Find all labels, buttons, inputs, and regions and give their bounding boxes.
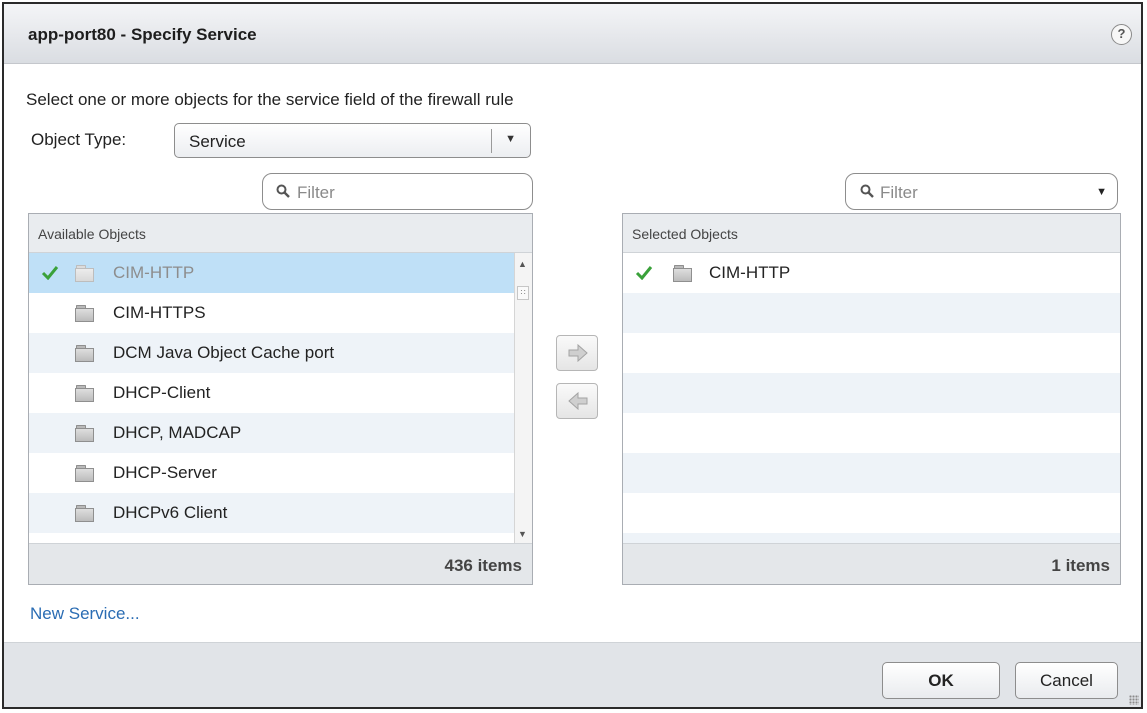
search-icon [860, 184, 874, 198]
dialog-title: app-port80 - Specify Service [28, 25, 257, 44]
dialog-titlebar: app-port80 - Specify Service ? [4, 4, 1141, 64]
checkmark-icon [635, 266, 653, 280]
checkmark-icon [41, 266, 59, 280]
filter-placeholder: Filter [880, 183, 918, 202]
specify-service-dialog: app-port80 - Specify Service ? Select on… [2, 2, 1143, 709]
item-label: DCM Java Object Cache port [113, 343, 335, 362]
item-label: DHCP, MADCAP [113, 423, 242, 442]
item-label: CIM-HTTP [113, 263, 195, 282]
selected-objects-footer: 1 items [623, 543, 1120, 584]
item-label: CIM-HTTPS [113, 303, 206, 322]
object-type-value: Service [189, 132, 246, 151]
help-icon[interactable]: ? [1111, 24, 1132, 45]
select-divider [491, 129, 492, 153]
ok-button[interactable]: OK [882, 662, 1000, 699]
folder-icon [75, 345, 94, 362]
empty-row [623, 413, 1120, 453]
chevron-down-icon[interactable]: ▼ [505, 133, 516, 145]
list-item[interactable]: CIM-HTTPS [29, 293, 532, 333]
filter-placeholder: Filter [297, 183, 335, 202]
list-item[interactable]: DHCP-Client [29, 373, 532, 413]
folder-icon [75, 425, 94, 442]
arrow-right-icon [568, 344, 588, 362]
folder-icon [75, 385, 94, 402]
list-item[interactable]: DHCP, MADCAP [29, 413, 532, 453]
empty-row [623, 453, 1120, 493]
item-label: CIM-HTTP [709, 263, 791, 282]
chevron-down-icon[interactable]: ▼ [1096, 186, 1107, 198]
selected-filter-input[interactable]: Filter ▼ [845, 173, 1118, 210]
item-label: DHCPv6 Client [113, 503, 228, 522]
list-item[interactable]: CIM-HTTP [623, 253, 1120, 293]
available-objects-panel: Available Objects CIM-HTTP CIM-HTTPS DCM… [28, 213, 533, 585]
dialog-button-bar: OK Cancel [4, 642, 1141, 707]
remove-selected-button[interactable] [556, 383, 598, 419]
scroll-down-icon[interactable]: ▼ [518, 529, 527, 539]
available-filter-input[interactable]: Filter [262, 173, 533, 210]
item-label: DHCP-Server [113, 463, 217, 482]
scroll-thumb[interactable]: ∷ [517, 286, 529, 300]
empty-row [623, 293, 1120, 333]
folder-icon [75, 265, 94, 282]
available-objects-footer: 436 items [29, 543, 532, 584]
selected-count: 1 items [1051, 556, 1110, 575]
object-type-label: Object Type: [31, 130, 127, 149]
folder-icon [75, 305, 94, 322]
search-icon [276, 184, 290, 198]
list-scrollbar[interactable]: ▲ ∷ ▼ [514, 253, 532, 545]
selected-objects-header: Selected Objects [623, 214, 1120, 253]
empty-row [623, 333, 1120, 373]
new-service-link[interactable]: New Service... [30, 604, 140, 624]
cancel-button[interactable]: Cancel [1015, 662, 1118, 699]
list-item[interactable]: CIM-HTTP [29, 253, 532, 293]
arrow-left-icon [568, 392, 588, 410]
folder-icon [75, 465, 94, 482]
empty-row [623, 493, 1120, 533]
selected-objects-panel: Selected Objects CIM-HTTP 1 items [622, 213, 1121, 585]
folder-icon [75, 505, 94, 522]
empty-row [623, 373, 1120, 413]
item-label: DHCP-Client [113, 383, 211, 402]
list-item[interactable]: DHCP-Server [29, 453, 532, 493]
selected-objects-list: CIM-HTTP [623, 253, 1120, 545]
list-item[interactable]: DCM Java Object Cache port [29, 333, 532, 373]
object-type-select[interactable]: Service ▼ [174, 123, 531, 158]
list-item[interactable]: DHCPv6 Client [29, 493, 532, 533]
available-count: 436 items [444, 556, 523, 575]
folder-icon [673, 265, 692, 282]
add-selected-button[interactable] [556, 335, 598, 371]
instruction-text: Select one or more objects for the servi… [26, 90, 514, 109]
scroll-up-icon[interactable]: ▲ [518, 259, 527, 269]
available-objects-list: CIM-HTTP CIM-HTTPS DCM Java Object Cache… [29, 253, 532, 545]
available-objects-header: Available Objects [29, 214, 532, 253]
resize-grip-icon[interactable] [1129, 695, 1139, 705]
